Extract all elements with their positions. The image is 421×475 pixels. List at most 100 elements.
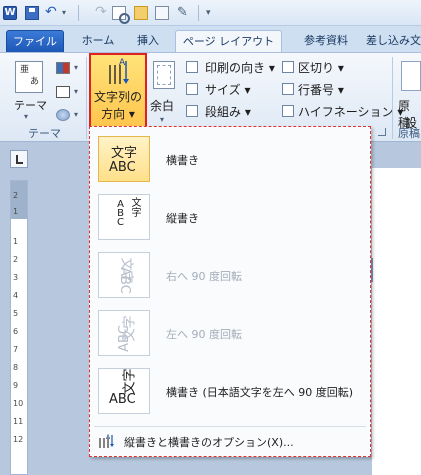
menu-separator (94, 426, 366, 427)
horizontal-rotated-text-icon: 文字 ABC (98, 368, 150, 414)
text-direction-options-icon: A (99, 434, 114, 448)
ruler-number: 7 (13, 345, 19, 354)
word-app-icon[interactable]: W (3, 6, 17, 20)
tab-mailings[interactable]: 差し込み文 (366, 30, 421, 52)
columns-button[interactable]: 段組み ▾ (205, 103, 251, 120)
vertical-ruler[interactable]: 2 1 1 2 3 4 5 6 7 8 9 10 11 12 (10, 180, 28, 475)
text-direction-button[interactable]: A 文字列の 方向 ▾ (89, 53, 147, 129)
ruler-number: 4 (13, 291, 19, 300)
tab-selector-button[interactable] (10, 150, 28, 168)
line-numbers-icon (282, 83, 294, 95)
theme-effects-icon[interactable] (56, 109, 70, 121)
text-direction-label: 文字列の (93, 90, 142, 104)
save-icon[interactable] (25, 6, 39, 20)
margins-dropdown-icon[interactable]: ▾ (160, 115, 164, 124)
themes-icon[interactable]: 亜 あ (15, 61, 43, 93)
text-direction-menu: 文字 ABC 横書き 文字 ABC 縦書き 文字 ABC 右へ 90 度回転 文… (89, 126, 371, 457)
text-direction-options-item[interactable]: A 縦書きと横書きのオプション(X)... (94, 430, 366, 452)
ruler-number: 1 (13, 207, 19, 216)
ruler-number: 10 (13, 399, 24, 408)
margins-label[interactable]: 余白 (150, 97, 174, 114)
ruler-number: 6 (13, 327, 19, 336)
menu-item-label: 横書き (166, 154, 199, 167)
quick-access-toolbar: W ↶ ▾ ↷ ✎ ▾ (0, 0, 421, 26)
open-folder-icon[interactable] (134, 6, 148, 20)
rotate-right-text-icon: 文字 ABC (98, 252, 150, 298)
redo-icon[interactable]: ↷ (95, 5, 109, 20)
thumb-glyph: ABC (116, 267, 132, 294)
ruler-number: 2 (13, 191, 19, 200)
thumb-glyph: ABC (109, 392, 136, 407)
group-separator (86, 57, 87, 139)
rotate-left-text-icon: 文字 ABC (98, 310, 150, 356)
tab-file[interactable]: ファイル (6, 30, 64, 52)
margins-icon[interactable] (153, 61, 175, 89)
line-numbers-button[interactable]: 行番号 ▾ (298, 81, 344, 98)
menu-item-label: 縦書き (166, 212, 199, 225)
orientation-button[interactable]: 印刷の向き ▾ (205, 59, 275, 76)
themes-dropdown-icon[interactable]: ▾ (24, 112, 28, 121)
manuscript-icon[interactable] (401, 61, 421, 91)
qat-separator (78, 5, 79, 21)
svg-text:A: A (119, 58, 126, 68)
chevron-down-icon[interactable]: ▾ (74, 63, 78, 72)
theme-icon-glyph: あ (30, 77, 40, 87)
menu-item-rotate-right: 文字 ABC 右へ 90 度回転 (94, 249, 366, 305)
tab-insert[interactable]: 挿入 (128, 30, 168, 52)
hyphenation-icon (282, 105, 294, 117)
thumb-glyph: 文字 (122, 368, 138, 395)
group-label-theme: テーマ (28, 127, 61, 140)
theme-fonts-icon[interactable] (56, 86, 70, 98)
hyphenation-button[interactable]: ハイフネーション ▾ (298, 103, 403, 120)
thumb-glyph: ABC (109, 160, 136, 175)
columns-icon (186, 105, 198, 117)
theme-colors-icon[interactable] (56, 62, 70, 74)
ruler-number: 2 (13, 255, 19, 264)
breaks-button[interactable]: 区切り ▾ (298, 59, 344, 76)
ruler-number: 8 (13, 363, 19, 372)
breaks-icon (282, 61, 294, 73)
size-button[interactable]: サイズ ▾ (205, 81, 250, 98)
orientation-icon (186, 61, 198, 73)
group-label-manuscript: 原稿 (398, 127, 420, 140)
ruler-number: 12 (13, 435, 24, 444)
thumb-glyph: ABC (116, 325, 132, 352)
menu-item-vertical[interactable]: 文字 ABC 縦書き (94, 191, 366, 247)
undo-icon[interactable]: ↶ (45, 5, 59, 20)
chevron-down-icon[interactable]: ▾ (74, 87, 78, 96)
theme-icon-glyph: 亜 (20, 65, 30, 75)
size-icon (186, 83, 198, 95)
menu-item-horizontal-rotated[interactable]: 文字 ABC 横書き (日本語文字を左へ 90 度回転) (94, 365, 366, 421)
menu-item-label: 左へ 90 度回転 (166, 328, 242, 341)
text-direction-label: 方向 ▾ (101, 107, 135, 121)
thumb-glyph: 文字 (129, 197, 140, 217)
print-icon[interactable] (155, 6, 169, 20)
ruler-number: 1 (13, 237, 19, 246)
menu-item-horizontal[interactable]: 文字 ABC 横書き (94, 133, 366, 189)
vertical-text-icon: 文字 ABC (98, 194, 150, 240)
ruler-number: 5 (13, 309, 19, 318)
group-separator (392, 57, 393, 139)
tab-home[interactable]: ホーム (68, 30, 128, 52)
svg-text:A: A (106, 434, 111, 441)
document-page[interactable] (372, 168, 421, 475)
text-direction-options-label: 縦書きと横書きのオプション(X)... (124, 436, 294, 449)
print-preview-icon[interactable] (112, 6, 130, 24)
format-painter-icon[interactable]: ✎ (177, 6, 191, 20)
ruler-number: 3 (13, 273, 19, 282)
thumb-glyph: 文字 (111, 146, 138, 161)
menu-item-label: 横書き (日本語文字を左へ 90 度回転) (166, 386, 354, 399)
tab-references[interactable]: 参考資料 (289, 30, 363, 52)
thumb-glyph: ABC (115, 199, 126, 226)
menu-item-rotate-left: 文字 ABC 左へ 90 度回転 (94, 307, 366, 363)
horizontal-text-icon: 文字 ABC (98, 136, 150, 182)
text-direction-icon: A (109, 58, 129, 84)
themes-label[interactable]: テーマ (14, 97, 47, 113)
chevron-down-icon[interactable]: ▾ (74, 110, 78, 119)
page-setup-launcher-icon[interactable] (378, 128, 386, 136)
ruler-number: 11 (13, 417, 24, 426)
tab-page-layout[interactable]: ページ レイアウト (175, 30, 282, 52)
ribbon-tabs: ファイル ホーム 挿入 ページ レイアウト 参考資料 差し込み文 (0, 26, 421, 52)
customize-qat-icon[interactable]: ▾ (206, 6, 220, 20)
undo-dropdown-icon[interactable]: ▾ (62, 6, 76, 20)
